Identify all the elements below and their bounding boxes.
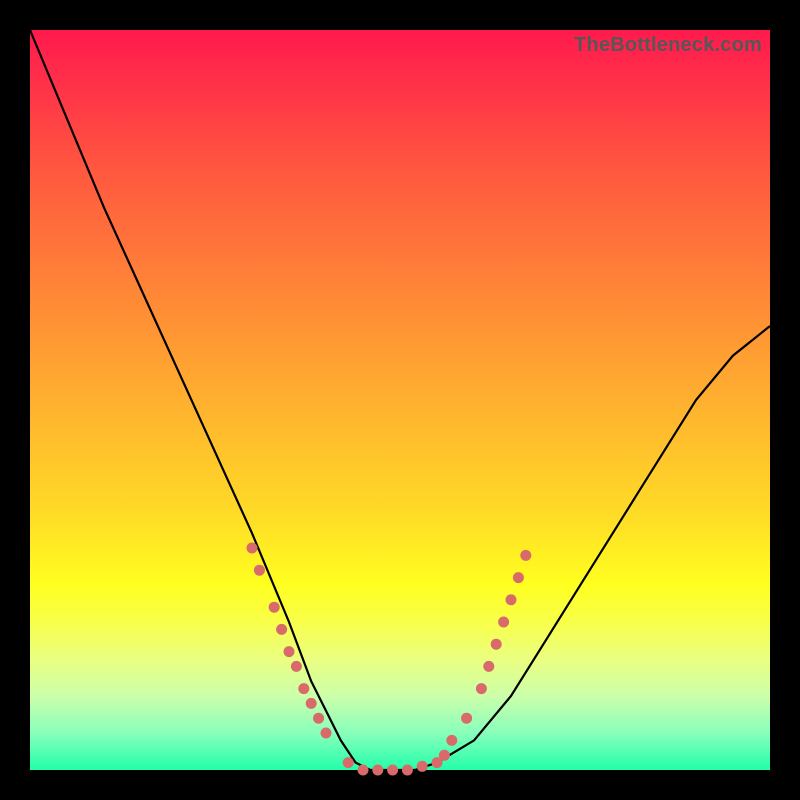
data-dot bbox=[372, 765, 383, 776]
data-dot bbox=[476, 683, 487, 694]
data-dot bbox=[247, 543, 258, 554]
chart-frame: TheBottleneck.com bbox=[0, 0, 800, 800]
data-dot bbox=[284, 646, 295, 657]
curve-svg bbox=[30, 30, 770, 770]
data-dot bbox=[276, 624, 287, 635]
data-dot bbox=[461, 713, 472, 724]
data-dot bbox=[439, 750, 450, 761]
data-dot bbox=[491, 639, 502, 650]
data-dot bbox=[402, 765, 413, 776]
data-dot bbox=[306, 698, 317, 709]
data-dot bbox=[269, 602, 280, 613]
data-dot bbox=[446, 735, 457, 746]
data-dot bbox=[513, 572, 524, 583]
data-dot bbox=[343, 757, 354, 768]
data-dot bbox=[321, 728, 332, 739]
data-dot bbox=[313, 713, 324, 724]
bottleneck-curve bbox=[30, 30, 770, 770]
data-dot bbox=[483, 661, 494, 672]
data-dot bbox=[506, 594, 517, 605]
data-dot bbox=[254, 565, 265, 576]
plot-area: TheBottleneck.com bbox=[30, 30, 770, 770]
data-dot bbox=[291, 661, 302, 672]
data-dot bbox=[520, 550, 531, 561]
dots-group bbox=[247, 543, 532, 776]
data-dot bbox=[358, 765, 369, 776]
data-dot bbox=[387, 765, 398, 776]
data-dot bbox=[298, 683, 309, 694]
data-dot bbox=[417, 761, 428, 772]
data-dot bbox=[498, 617, 509, 628]
